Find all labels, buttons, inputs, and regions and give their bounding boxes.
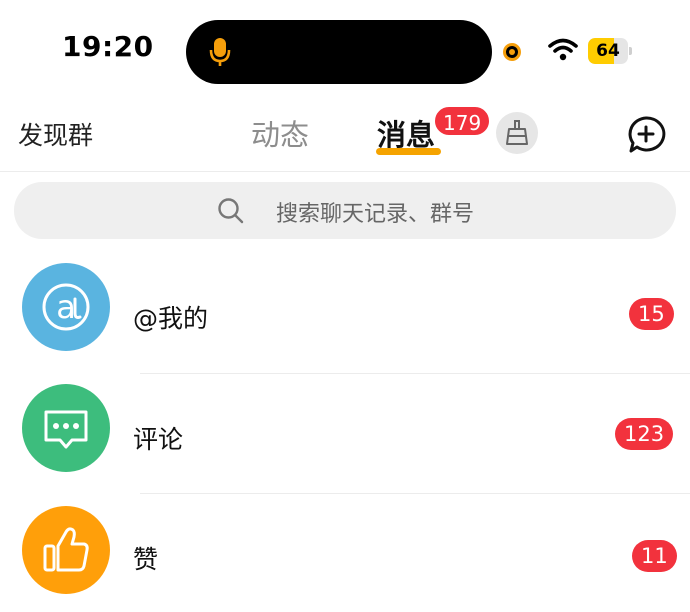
wifi-icon [548, 38, 578, 61]
row-divider [140, 493, 690, 494]
unread-count-badge: 15 [629, 298, 674, 330]
new-chat-button[interactable] [626, 115, 666, 155]
mentions-avatar: a [22, 263, 110, 351]
tab-messages-badge: 179 [433, 105, 492, 137]
unread-count-badge: 123 [615, 418, 674, 450]
search-bar[interactable]: 搜索聊天记录、群号 [14, 182, 676, 239]
discover-groups-link[interactable]: 发现群 [18, 116, 93, 152]
list-item-label: @我的 [133, 304, 209, 333]
tab-dynamic[interactable]: 动态 [251, 112, 309, 154]
battery-indicator: 64 [588, 38, 632, 64]
list-item-likes[interactable]: 赞 11 [0, 496, 690, 612]
battery-body: 64 [588, 38, 628, 64]
row-divider [140, 373, 690, 374]
microphone-icon [209, 38, 231, 66]
list-item-mentions[interactable]: a @我的 15 [0, 255, 690, 375]
thumbs-up-icon [43, 527, 89, 572]
recording-indicator-icon [503, 43, 521, 61]
list-item-label: 评论 [133, 425, 184, 454]
status-bar: 19:20 64 [0, 0, 690, 92]
header-divider [0, 171, 690, 172]
at-icon: a [42, 283, 90, 331]
status-time: 19:20 [62, 30, 154, 63]
dynamic-island [186, 20, 492, 84]
comment-icon [44, 410, 88, 449]
battery-cap [629, 47, 632, 55]
active-tab-underline [376, 148, 441, 155]
broom-icon [506, 120, 528, 145]
list-item-label: 赞 [133, 545, 159, 574]
unread-count-badge: 11 [632, 540, 677, 572]
chat-plus-icon [628, 116, 666, 153]
list-item-comments[interactable]: 评论 123 [0, 376, 690, 496]
search-placeholder: 搜索聊天记录、群号 [276, 202, 475, 227]
svg-text:a: a [56, 288, 76, 326]
clear-unread-button[interactable] [496, 112, 538, 154]
top-nav: 发现群 动态 消息 179 [0, 100, 690, 170]
battery-level: 64 [596, 41, 620, 61]
search-icon [218, 198, 244, 224]
likes-avatar [22, 506, 110, 594]
comments-avatar [22, 384, 110, 472]
